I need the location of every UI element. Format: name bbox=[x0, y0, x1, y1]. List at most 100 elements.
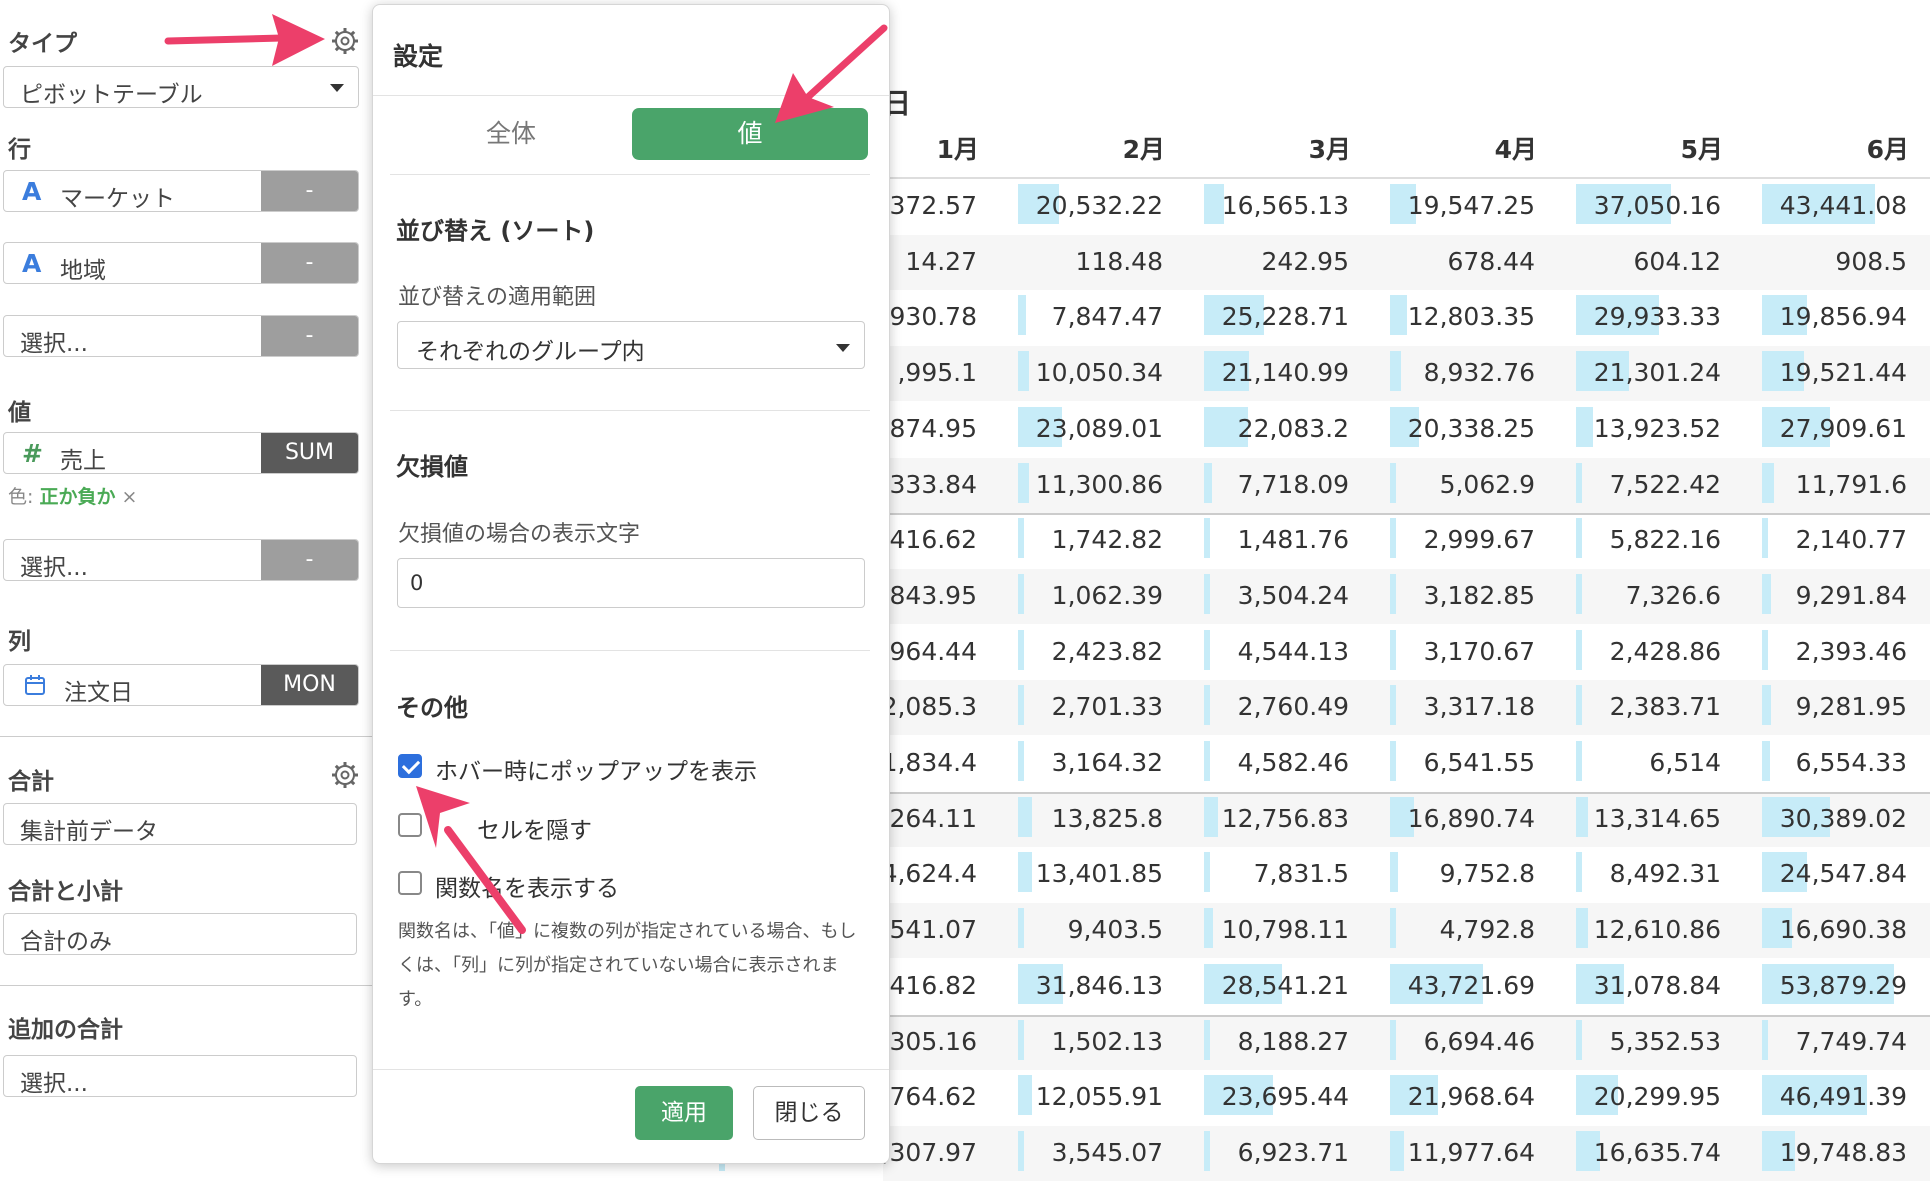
table-cell[interactable]: 12,610.86 bbox=[1537, 903, 1723, 958]
table-cell[interactable]: 24,547.84 bbox=[1723, 847, 1909, 902]
close-button[interactable]: 閉じる bbox=[753, 1086, 865, 1140]
value-select-remove-button[interactable]: - bbox=[261, 540, 358, 580]
table-cell[interactable]: 1,062.39 bbox=[979, 569, 1165, 624]
table-cell[interactable]: 242.95 bbox=[1165, 235, 1351, 290]
table-cell[interactable]: 43,441.08 bbox=[1723, 179, 1909, 234]
value-select[interactable]: 選択... - bbox=[3, 539, 359, 581]
date-unit-month-button[interactable]: MON bbox=[261, 665, 358, 705]
table-cell[interactable]: 9,403.5 bbox=[979, 903, 1165, 958]
table-cell[interactable]: 8,932.76 bbox=[1351, 346, 1537, 401]
table-cell[interactable]: 29,933.33 bbox=[1537, 290, 1723, 345]
column-field-order-date[interactable]: 注文日 MON bbox=[3, 664, 359, 706]
table-cell[interactable]: 3,317.18 bbox=[1351, 680, 1537, 735]
value-field-sales[interactable]: # 売上 SUM bbox=[3, 432, 359, 474]
table-cell[interactable]: 7,847.47 bbox=[979, 290, 1165, 345]
table-cell[interactable]: 31,078.84 bbox=[1537, 959, 1723, 1014]
column-header[interactable]: 2月 bbox=[1045, 130, 1165, 166]
table-cell[interactable]: 21,968.64 bbox=[1351, 1070, 1537, 1125]
table-cell[interactable]: 23,695.44 bbox=[1165, 1070, 1351, 1125]
table-cell[interactable]: 22,083.2 bbox=[1165, 402, 1351, 457]
table-cell[interactable]: 12,055.91 bbox=[979, 1070, 1165, 1125]
table-cell[interactable]: 12,803.35 bbox=[1351, 290, 1537, 345]
table-cell[interactable]: 7,718.09 bbox=[1165, 458, 1351, 513]
table-cell[interactable]: 30,389.02 bbox=[1723, 792, 1909, 847]
total-select[interactable]: 集計前データ bbox=[3, 803, 357, 845]
remove-color-icon[interactable]: × bbox=[122, 486, 138, 508]
row-field-remove-button[interactable]: - bbox=[261, 171, 358, 211]
table-cell[interactable]: 1,481.76 bbox=[1165, 513, 1351, 568]
row-field-market[interactable]: A マーケット - bbox=[3, 170, 359, 212]
table-cell[interactable]: 1,742.82 bbox=[979, 513, 1165, 568]
table-cell[interactable]: 3,164.32 bbox=[979, 736, 1165, 791]
aggregation-sum-button[interactable]: SUM bbox=[261, 433, 358, 473]
sort-scope-select[interactable]: それぞれのグループ内 bbox=[397, 321, 865, 369]
table-cell[interactable]: 13,314.65 bbox=[1537, 792, 1723, 847]
column-header[interactable]: 4月 bbox=[1417, 130, 1537, 166]
table-cell[interactable]: 2,701.33 bbox=[979, 680, 1165, 735]
table-cell[interactable]: 20,299.95 bbox=[1537, 1070, 1723, 1125]
table-cell[interactable]: 28,541.21 bbox=[1165, 959, 1351, 1014]
table-cell[interactable]: 4,582.46 bbox=[1165, 736, 1351, 791]
table-cell[interactable]: 23,089.01 bbox=[979, 402, 1165, 457]
table-cell[interactable]: 4,544.13 bbox=[1165, 625, 1351, 680]
table-cell[interactable]: 6,541.55 bbox=[1351, 736, 1537, 791]
table-cell[interactable]: 31,846.13 bbox=[979, 959, 1165, 1014]
apply-button[interactable]: 適用 bbox=[635, 1086, 733, 1140]
table-cell[interactable]: 20,338.25 bbox=[1351, 402, 1537, 457]
table-cell[interactable]: 9,291.84 bbox=[1723, 569, 1909, 624]
subtotal-select[interactable]: 合計のみ bbox=[3, 913, 357, 955]
table-cell[interactable]: 118.48 bbox=[979, 235, 1165, 290]
table-cell[interactable]: 7,831.5 bbox=[1165, 847, 1351, 902]
type-select[interactable]: ピボットテーブル bbox=[3, 66, 359, 108]
table-cell[interactable]: 11,300.86 bbox=[979, 458, 1165, 513]
table-cell[interactable]: 6,694.46 bbox=[1351, 1015, 1537, 1070]
table-cell[interactable]: 19,521.44 bbox=[1723, 346, 1909, 401]
table-cell[interactable]: 16,690.38 bbox=[1723, 903, 1909, 958]
table-cell[interactable]: 16,635.74 bbox=[1537, 1126, 1723, 1181]
table-cell[interactable]: 10,050.34 bbox=[979, 346, 1165, 401]
row-field-region[interactable]: A 地域 - bbox=[3, 242, 359, 284]
table-cell[interactable]: 19,748.83 bbox=[1723, 1126, 1909, 1181]
tab-general[interactable]: 全体 bbox=[393, 108, 629, 160]
table-cell[interactable]: 3,545.07 bbox=[979, 1126, 1165, 1181]
table-cell[interactable]: 4,792.8 bbox=[1351, 903, 1537, 958]
table-cell[interactable]: 11,791.6 bbox=[1723, 458, 1909, 513]
table-cell[interactable]: 16,565.13 bbox=[1165, 179, 1351, 234]
table-cell[interactable]: 8,492.31 bbox=[1537, 847, 1723, 902]
table-cell[interactable]: 7,522.42 bbox=[1537, 458, 1723, 513]
column-header[interactable]: 3月 bbox=[1231, 130, 1351, 166]
table-cell[interactable]: 7,749.74 bbox=[1723, 1015, 1909, 1070]
table-cell[interactable]: 43,721.69 bbox=[1351, 959, 1537, 1014]
table-cell[interactable]: 2,428.86 bbox=[1537, 625, 1723, 680]
table-cell[interactable]: 9,752.8 bbox=[1351, 847, 1537, 902]
table-cell[interactable]: 3,182.85 bbox=[1351, 569, 1537, 624]
table-cell[interactable]: 37,050.16 bbox=[1537, 179, 1723, 234]
table-cell[interactable]: 21,301.24 bbox=[1537, 346, 1723, 401]
table-cell[interactable]: 13,825.8 bbox=[979, 792, 1165, 847]
table-cell[interactable]: 12,756.83 bbox=[1165, 792, 1351, 847]
table-cell[interactable]: 13,401.85 bbox=[979, 847, 1165, 902]
table-cell[interactable]: 53,879.29 bbox=[1723, 959, 1909, 1014]
hover-popup-checkbox[interactable] bbox=[398, 754, 422, 778]
show-function-name-checkbox[interactable] bbox=[398, 871, 422, 895]
table-cell[interactable]: 6,923.71 bbox=[1165, 1126, 1351, 1181]
table-cell[interactable]: 20,532.22 bbox=[979, 179, 1165, 234]
tab-values[interactable]: 値 bbox=[632, 108, 868, 160]
gear-icon[interactable] bbox=[330, 760, 360, 790]
column-header[interactable]: 6月 bbox=[1789, 130, 1909, 166]
table-cell[interactable]: 2,383.71 bbox=[1537, 680, 1723, 735]
gear-icon[interactable] bbox=[330, 26, 360, 56]
row-select-remove-button[interactable]: - bbox=[261, 316, 358, 356]
table-cell[interactable]: 5,352.53 bbox=[1537, 1015, 1723, 1070]
table-cell[interactable]: 13,923.52 bbox=[1537, 402, 1723, 457]
table-cell[interactable]: 604.12 bbox=[1537, 235, 1723, 290]
table-cell[interactable]: 10,798.11 bbox=[1165, 903, 1351, 958]
table-cell[interactable]: 2,393.46 bbox=[1723, 625, 1909, 680]
table-cell[interactable]: 5,822.16 bbox=[1537, 513, 1723, 568]
table-cell[interactable]: 19,547.25 bbox=[1351, 179, 1537, 234]
table-cell[interactable]: 908.5 bbox=[1723, 235, 1909, 290]
table-cell[interactable]: 2,760.49 bbox=[1165, 680, 1351, 735]
table-cell[interactable]: 3,504.24 bbox=[1165, 569, 1351, 624]
table-cell[interactable]: 46,491.39 bbox=[1723, 1070, 1909, 1125]
table-cell[interactable]: 2,423.82 bbox=[979, 625, 1165, 680]
